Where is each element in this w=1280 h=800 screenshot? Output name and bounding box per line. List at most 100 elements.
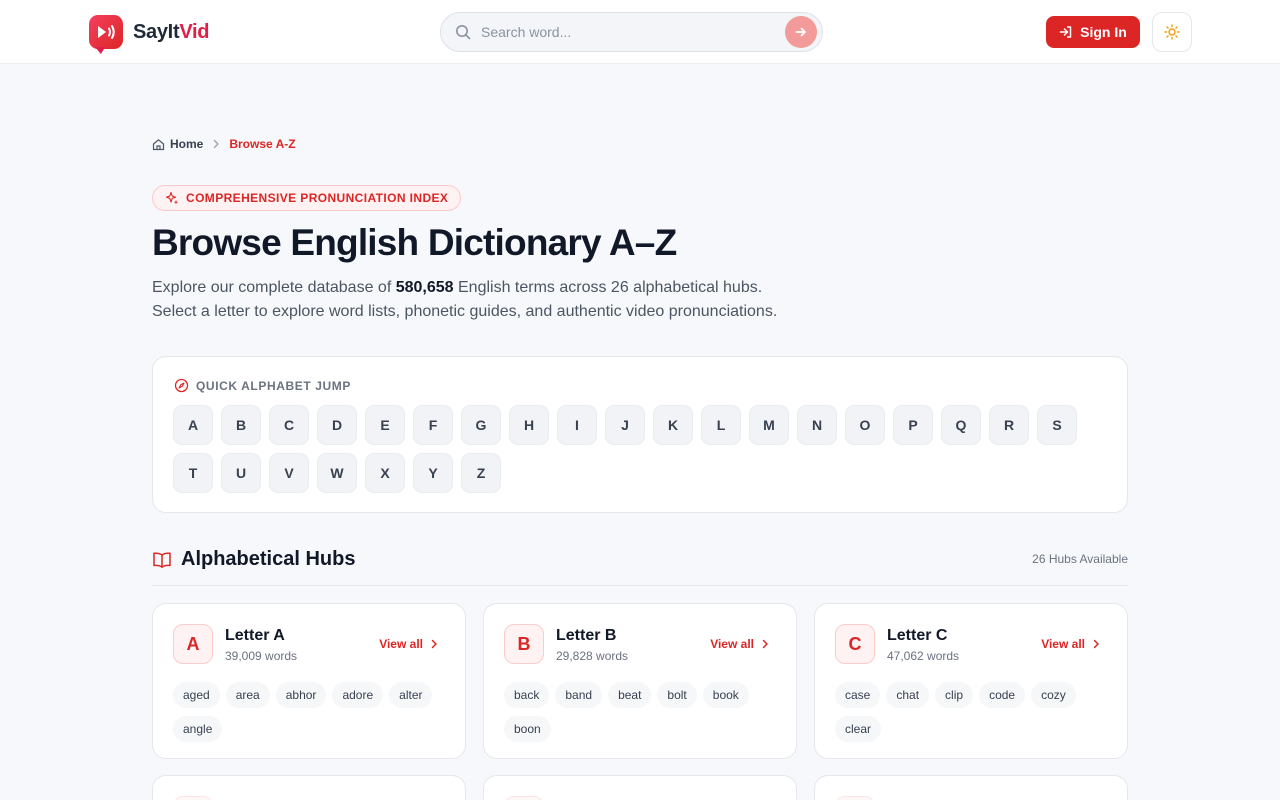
word-chip[interactable]: aged (173, 682, 220, 708)
breadcrumb-current: Browse A-Z (229, 137, 296, 151)
letter-button-group: ABCDEFGHIJKLMNOPQRS TUVWXYZ (173, 405, 1113, 493)
letter-jump-y[interactable]: Y (413, 453, 453, 493)
arrow-right-icon (795, 27, 806, 37)
word-chip[interactable]: adore (332, 682, 384, 708)
search-input[interactable] (481, 24, 771, 40)
letter-jump-c[interactable]: C (269, 405, 309, 445)
hubs-heading: Alphabetical Hubs (152, 548, 355, 571)
top-header: SayItVid Sign In (0, 0, 1280, 64)
word-chip[interactable]: boon (504, 716, 551, 742)
badge-label: COMPREHENSIVE PRONUNCIATION INDEX (186, 191, 449, 205)
word-chip[interactable]: clip (935, 682, 974, 708)
breadcrumb: Home Browse A-Z (152, 137, 296, 151)
sign-in-button[interactable]: Sign In (1046, 16, 1140, 48)
hub-card-partial[interactable] (814, 775, 1128, 800)
word-chip-list: case chat clip code cozy clear (835, 682, 1115, 742)
letter-jump-a[interactable]: A (173, 405, 213, 445)
letter-jump-r[interactable]: R (989, 405, 1029, 445)
hub-card-c[interactable]: C Letter C 47,062 words View all case chat cli… (814, 603, 1128, 759)
quick-alphabet-jump: QUICK ALPHABET JUMP ABCDEFGHIJKLMNOPQRS T… (152, 356, 1128, 513)
word-chip-list: back band beat bolt book boon (504, 682, 784, 742)
hub-name: Letter A (225, 627, 285, 644)
letter-jump-u[interactable]: U (221, 453, 261, 493)
intro-text-3: Select a letter to explore word lists, p… (152, 303, 778, 320)
hub-letter-tile: C (835, 624, 875, 664)
theme-toggle-button[interactable] (1152, 12, 1192, 52)
letter-jump-i[interactable]: I (557, 405, 597, 445)
letter-jump-t[interactable]: T (173, 453, 213, 493)
logo-text-accent: Vid (179, 20, 210, 43)
letter-jump-v[interactable]: V (269, 453, 309, 493)
letter-jump-z[interactable]: Z (461, 453, 501, 493)
word-chip[interactable]: book (702, 682, 749, 708)
letter-jump-f[interactable]: F (413, 405, 453, 445)
view-all-label: View all (379, 637, 423, 651)
word-chip[interactable]: cozy (1031, 682, 1076, 708)
word-chip[interactable]: alter (389, 682, 433, 708)
hub-card-partial[interactable] (152, 775, 466, 800)
intro-text-1: Explore our complete database of (152, 279, 396, 296)
view-all-link[interactable]: View all (710, 637, 770, 651)
letter-jump-h[interactable]: H (509, 405, 549, 445)
view-all-label: View all (1041, 637, 1085, 651)
hub-card-a[interactable]: A Letter A 39,009 words View all aged area abh… (152, 603, 466, 759)
hub-letter-tile: A (173, 624, 213, 664)
word-chip[interactable]: area (225, 682, 270, 708)
letter-jump-e[interactable]: E (365, 405, 405, 445)
intro-term-count: 580,658 (395, 279, 454, 296)
word-chip[interactable]: band (555, 682, 603, 708)
word-chip[interactable]: code (979, 682, 1026, 708)
logo-text: SayItVid (133, 21, 209, 44)
hub-card-b[interactable]: B Letter B 29,828 words View all back band bea… (483, 603, 797, 759)
word-chip[interactable]: bolt (657, 682, 697, 708)
letter-jump-m[interactable]: M (749, 405, 789, 445)
letter-jump-q[interactable]: Q (941, 405, 981, 445)
hubs-title: Alphabetical Hubs (181, 548, 356, 570)
chevron-right-icon (1093, 639, 1099, 649)
search-bar (440, 12, 823, 52)
quick-jump-label: QUICK ALPHABET JUMP (196, 378, 351, 393)
word-chip[interactable]: beat (608, 682, 652, 708)
word-chip[interactable]: angle (173, 716, 223, 742)
search-icon (456, 25, 471, 40)
hub-card-partial[interactable] (483, 775, 797, 800)
home-icon (152, 138, 165, 150)
word-chip[interactable]: abhor (275, 682, 327, 708)
word-chip[interactable]: case (835, 682, 881, 708)
intro-text-2: English terms across 26 alphabetical hub… (453, 279, 763, 296)
word-chip[interactable]: clear (835, 716, 882, 742)
letter-jump-d[interactable]: D (317, 405, 357, 445)
letter-jump-n[interactable]: N (797, 405, 837, 445)
hub-word-count: 39,009 words (225, 649, 298, 663)
word-chip[interactable]: back (504, 682, 550, 708)
hub-word-count: 29,828 words (556, 649, 629, 663)
letter-jump-k[interactable]: K (653, 405, 693, 445)
word-chip-list: aged area abhor adore alter angle (173, 682, 453, 742)
word-chip[interactable]: chat (886, 682, 930, 708)
letter-jump-o[interactable]: O (845, 405, 885, 445)
hub-letter-tile (504, 796, 544, 800)
letter-jump-w[interactable]: W (317, 453, 357, 493)
chevron-right-icon (214, 139, 220, 149)
hubs-count: 26 Hubs Available (1032, 552, 1128, 566)
logo[interactable]: SayItVid (89, 15, 209, 54)
letter-jump-s[interactable]: S (1037, 405, 1077, 445)
letter-jump-p[interactable]: P (893, 405, 933, 445)
view-all-link[interactable]: View all (379, 637, 439, 651)
sign-in-label: Sign In (1080, 24, 1127, 40)
hub-name: Letter B (556, 627, 617, 644)
hubs-divider (152, 585, 1128, 586)
page-intro: Explore our complete database of 580,658… (152, 276, 852, 324)
letter-jump-x[interactable]: X (365, 453, 405, 493)
view-all-link[interactable]: View all (1041, 637, 1101, 651)
letter-jump-j[interactable]: J (605, 405, 645, 445)
breadcrumb-home[interactable]: Home (152, 137, 203, 151)
letter-jump-b[interactable]: B (221, 405, 261, 445)
letter-jump-g[interactable]: G (461, 405, 501, 445)
hub-letter-tile (173, 796, 213, 800)
search-submit-button[interactable] (785, 16, 817, 48)
book-open-icon (153, 551, 171, 568)
sparkles-icon (165, 191, 178, 205)
letter-jump-l[interactable]: L (701, 405, 741, 445)
hub-letter-tile (835, 796, 875, 800)
